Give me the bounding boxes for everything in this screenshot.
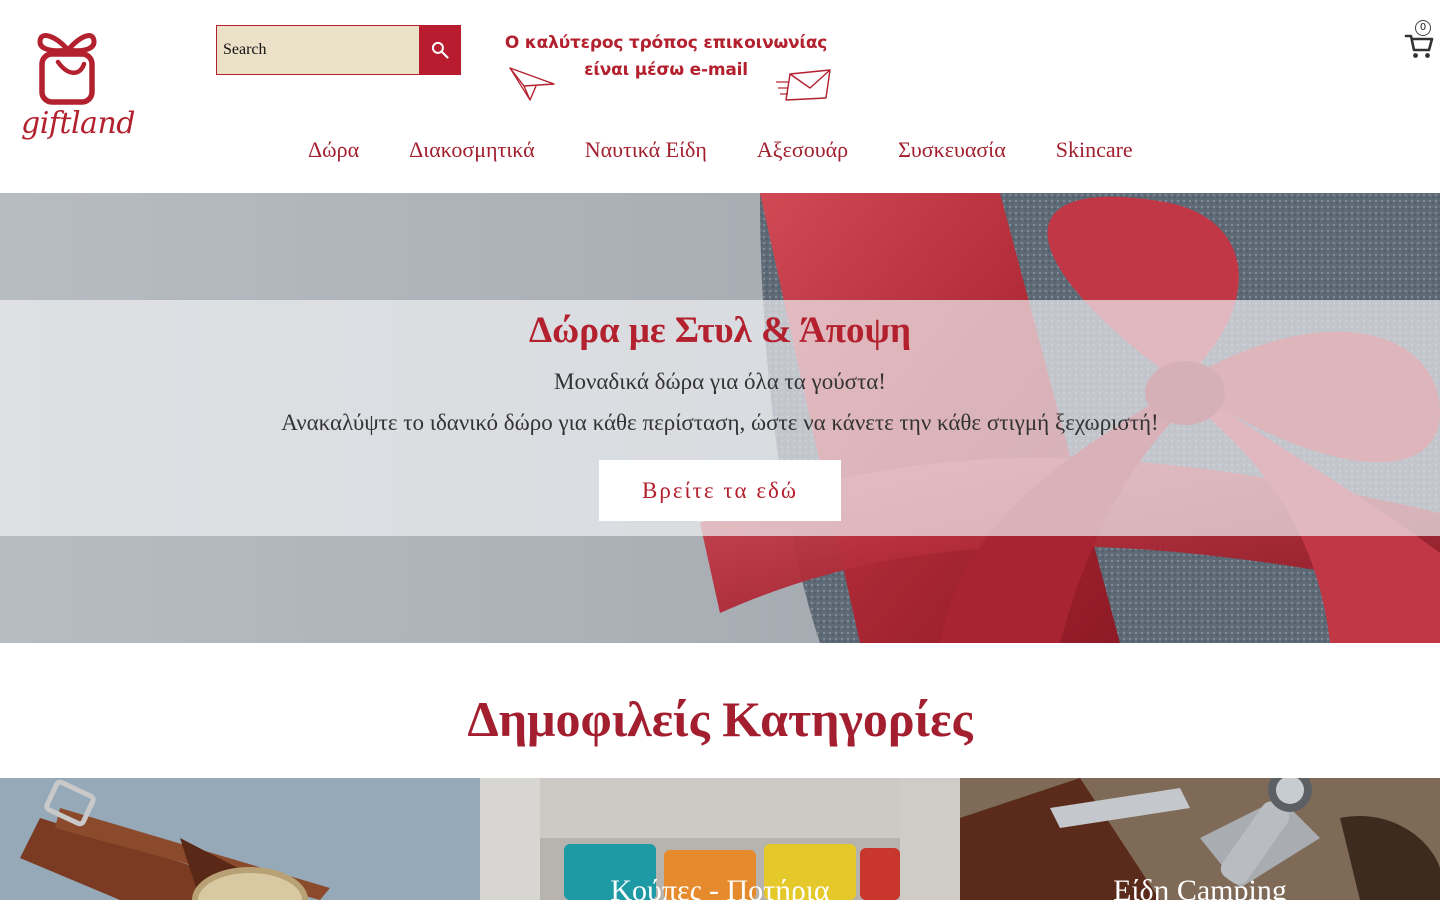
nav-item-packaging[interactable]: Συσκευασία: [873, 136, 1031, 164]
paper-plane-icon: [509, 67, 555, 101]
nav-item-decorative[interactable]: Διακοσμητικά: [384, 136, 560, 164]
cart-count-badge: 0: [1415, 20, 1431, 36]
category-tile-camping[interactable]: Είδη Camping: [960, 778, 1440, 900]
popular-categories-heading: Δημοφιλείς Κατηγορίες: [467, 691, 973, 747]
promo-line-1: Ο καλύτερος τρόπος επικοινωνίας: [504, 33, 828, 53]
giftland-logo[interactable]: giftland: [18, 22, 135, 148]
search-input[interactable]: [216, 25, 419, 75]
category-tile-mugs[interactable]: Κούπες - Ποτήρια: [480, 778, 960, 900]
category-grid: Κούπες - Ποτήρια Είδη Camping: [0, 778, 1440, 900]
search-button[interactable]: [419, 25, 461, 75]
site-header: giftland Ο καλύτερος τρόπος επικοινωνίας…: [0, 0, 1440, 193]
email-promo-banner[interactable]: Ο καλύτερος τρόπος επικοινωνίας είναι μέ…: [496, 30, 836, 106]
cart-button[interactable]: 0: [1404, 20, 1434, 60]
envelope-icon: [776, 69, 831, 101]
hero-banner: Δώρα με Στυλ & Άποψη Μοναδικά δώρα για ό…: [0, 193, 1440, 643]
main-nav: Δώρα Διακοσμητικά Ναυτικά Είδη Αξεσουάρ …: [283, 136, 1158, 164]
nav-item-skincare[interactable]: Skincare: [1031, 136, 1158, 164]
hero-cta-button[interactable]: Βρείτε τα εδώ: [599, 460, 841, 521]
gift-logo-icon: [37, 33, 97, 105]
hero-description: Ανακαλύψτε το ιδανικό δώρο για κάθε περί…: [281, 410, 1159, 435]
watch-category-image: [0, 778, 480, 900]
hero-subtitle: Μοναδικά δώρα για όλα τα γούστα!: [554, 369, 886, 394]
nav-item-nautical[interactable]: Ναυτικά Είδη: [560, 136, 732, 164]
nav-item-gifts[interactable]: Δώρα: [283, 136, 384, 164]
search-form: [216, 25, 461, 75]
search-icon: [431, 41, 449, 59]
category-label: Είδη Camping: [1113, 874, 1287, 900]
hero-title: Δώρα με Στυλ & Άποψη: [528, 310, 912, 351]
category-tile-watches[interactable]: [0, 778, 480, 900]
nav-item-accessories[interactable]: Αξεσουάρ: [732, 136, 873, 164]
logo-wordmark: giftland: [21, 106, 135, 141]
category-label: Κούπες - Ποτήρια: [610, 874, 830, 900]
